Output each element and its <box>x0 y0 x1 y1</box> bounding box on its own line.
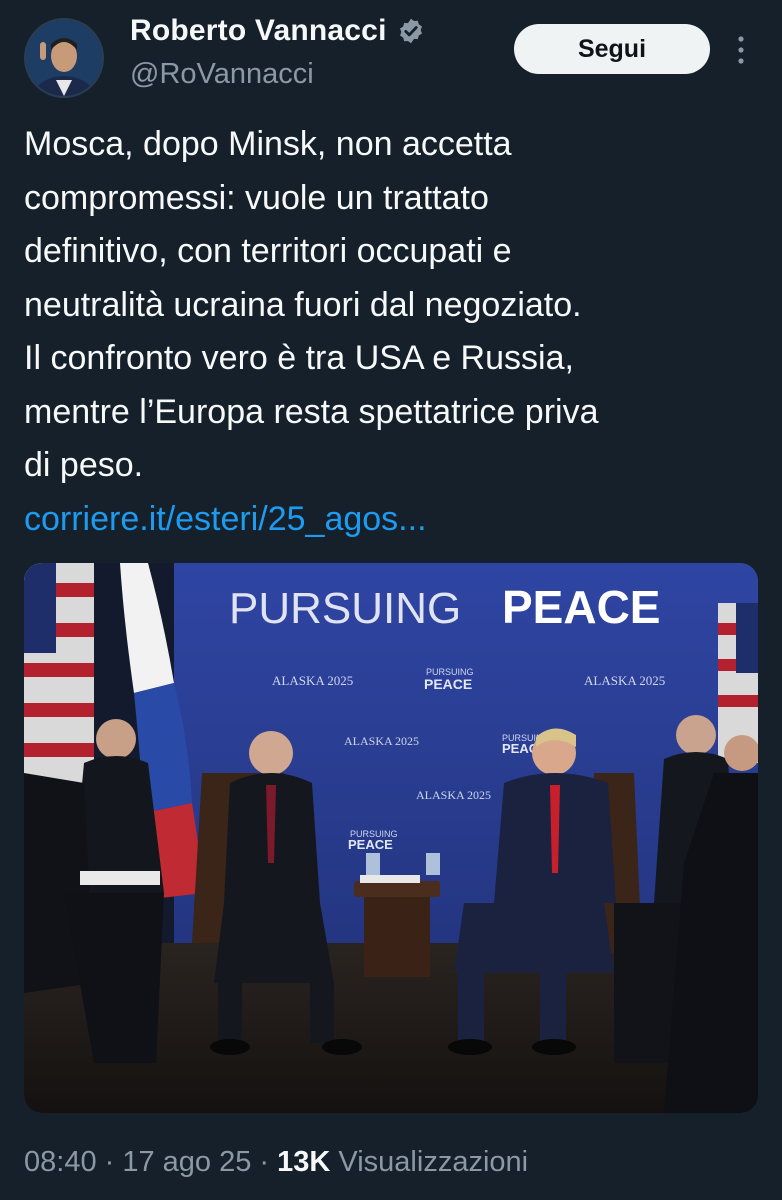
views-count: 13K <box>277 1146 331 1178</box>
tweet-text-line: Mosca, dopo Minsk, non accetta <box>24 125 512 163</box>
views-label: Visualizzazioni <box>330 1146 529 1178</box>
author-handle[interactable]: @RoVannacci <box>130 58 314 91</box>
tweet-date[interactable]: 17 ago 25 <box>122 1146 251 1178</box>
avatar-image <box>26 20 102 96</box>
tweet-time[interactable]: 08:40 <box>24 1146 97 1178</box>
tweet-meta: 08:40 · 17 ago 25 · 13K Visualizzazioni <box>24 1146 528 1179</box>
tweet-text: Mosca, dopo Minsk, non accetta compromes… <box>24 118 764 546</box>
backdrop-text: PEACE <box>424 676 472 692</box>
author-name-row[interactable]: Roberto Vannacci <box>130 14 425 48</box>
banner-text-1: PURSUING <box>229 584 461 633</box>
us-flag-left <box>24 563 94 783</box>
backdrop-text: ALASKA 2025 <box>344 734 419 748</box>
backdrop-text: ALASKA 2025 <box>584 673 665 688</box>
tweet-text-line: di peso. <box>24 446 144 484</box>
tweet-text-line: definitivo, con territori occupati e <box>24 232 512 270</box>
more-vertical-icon[interactable] <box>730 30 752 70</box>
photo-scene: PURSUING PEACE ALASKA 2025 PURSUING PEAC… <box>24 563 758 1113</box>
tweet-link[interactable]: corriere.it/esteri/25_agos... <box>24 493 764 547</box>
backdrop-text: ALASKA 2025 <box>272 673 353 688</box>
avatar[interactable] <box>24 18 104 98</box>
tweet-text-line: compromessi: vuole un trattato <box>24 178 489 217</box>
author-display-name[interactable]: Roberto Vannacci <box>130 14 387 48</box>
tweet-photo[interactable]: PURSUING PEACE ALASKA 2025 PURSUING PEAC… <box>24 563 758 1113</box>
verified-badge-icon <box>399 18 422 44</box>
banner-text-2: PEACE <box>502 581 660 633</box>
tweet-text-line: Il confronto vero è tra USA e Russia, <box>24 339 574 377</box>
tweet-text-line: mentre l’Europa resta spettatrice priva <box>24 392 599 431</box>
separator: · <box>96 1146 123 1178</box>
backdrop-text: ALASKA 2025 <box>416 788 491 802</box>
follow-button[interactable]: Segui <box>514 24 710 74</box>
separator: · <box>251 1146 278 1178</box>
tweet-text-line: neutralità ucraina fuori dal negoziato. <box>24 285 582 324</box>
backdrop-text: PEACE <box>348 837 393 852</box>
